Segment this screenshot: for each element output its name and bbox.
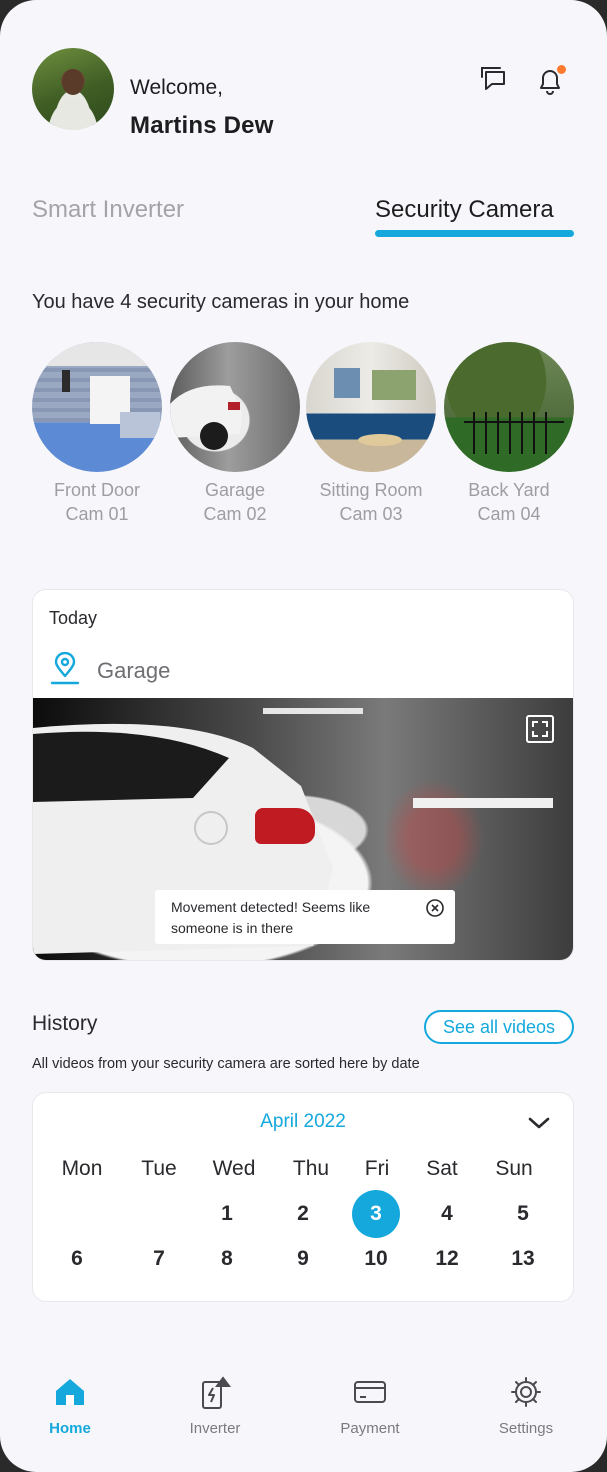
phone-screen: Welcome, Martins Dew Smart Inverter Secu… [0,0,607,1472]
calendar-day[interactable]: 13 [499,1235,547,1283]
live-camera-feed[interactable]: Movement detected! Seems like someone is… [33,698,573,960]
camera-label: Front Door Cam 01 [53,480,141,524]
camera-label: Sitting Room Cam 03 [319,480,423,524]
camera-sitting-room[interactable]: Sitting Room Cam 03 [306,342,436,526]
camera-front-door[interactable]: Front Door Cam 01 [32,342,162,526]
camera-thumbnail [306,342,436,472]
feed-taillight [255,808,315,844]
calendar-day-selected[interactable]: 3 [352,1190,400,1238]
calendar-day[interactable]: 12 [423,1235,471,1283]
nav-label: Settings [498,1420,554,1437]
card-icon [354,1381,386,1403]
active-tab-indicator [375,230,574,237]
calendar-day[interactable]: 2 [279,1190,327,1238]
calendar-day[interactable]: 4 [423,1190,471,1238]
weekday-label: Fri [364,1157,390,1180]
nav-settings[interactable]: Settings [476,1374,576,1437]
fullscreen-icon[interactable] [525,714,555,744]
calendar-day[interactable]: 5 [499,1190,547,1238]
nav-inverter[interactable]: Inverter [165,1374,265,1437]
weekday-label: Thu [292,1157,330,1180]
chevron-down-icon[interactable] [527,1115,551,1131]
nav-label: Inverter [189,1420,241,1437]
calendar-day[interactable]: 7 [135,1235,183,1283]
weekday-label: Tue [141,1157,177,1180]
calendar-day[interactable]: 8 [203,1235,251,1283]
today-label: Today [49,608,98,628]
weekday-label: Sun [495,1157,533,1180]
calendar-day[interactable]: 6 [53,1235,101,1283]
weekday-label: Wed [212,1157,256,1180]
gear-icon [511,1377,541,1407]
avatar[interactable] [32,48,114,130]
tab-security-camera[interactable]: Security Camera [375,196,554,224]
alert-text: Movement detected! Seems like someone is… [171,899,371,936]
camera-garage[interactable]: Garage Cam 02 [170,342,300,526]
camera-label: Back Yard Cam 04 [468,480,550,524]
nav-label: Payment [340,1420,400,1437]
home-icon [56,1379,84,1405]
calendar-card: April 2022 Mon Tue Wed Thu Fri Sat Sun 1… [32,1092,574,1302]
tab-smart-inverter[interactable]: Smart Inverter [32,196,184,224]
weekday-label: Mon [61,1157,103,1180]
inverter-icon [202,1376,231,1409]
camera-thumbnail [32,342,162,472]
nav-home[interactable]: Home [20,1374,120,1437]
see-all-videos-button[interactable]: See all videos [424,1010,574,1044]
welcome-text: Welcome, [130,76,223,99]
camera-thumbnail [444,342,574,472]
cameras-intro: You have 4 security cameras in your home [32,291,410,313]
user-name: Martins Dew [130,112,274,139]
camera-back-yard[interactable]: Back Yard Cam 04 [444,342,574,526]
notification-dot [557,65,566,74]
calendar-day[interactable]: 9 [279,1235,327,1283]
history-subtitle: All videos from your security camera are… [32,1056,420,1072]
camera-label: Garage Cam 02 [203,480,267,524]
nav-label: Home [49,1420,91,1437]
camera-location: Garage [97,658,171,683]
calendar-month[interactable]: April 2022 [33,1111,573,1133]
today-card: Today Garage Movement detected! Seems li… [32,589,574,961]
calendar-day[interactable]: 1 [203,1190,251,1238]
location-pin-icon [50,652,80,685]
movement-alert: Movement detected! Seems like someone is… [155,890,455,944]
nav-payment[interactable]: Payment [320,1374,420,1437]
camera-thumbnail [170,342,300,472]
calendar-day[interactable]: 10 [352,1235,400,1283]
chat-icon[interactable] [478,64,510,96]
close-icon[interactable] [425,898,445,918]
history-title: History [32,1012,98,1035]
weekday-label: Sat [426,1157,458,1180]
